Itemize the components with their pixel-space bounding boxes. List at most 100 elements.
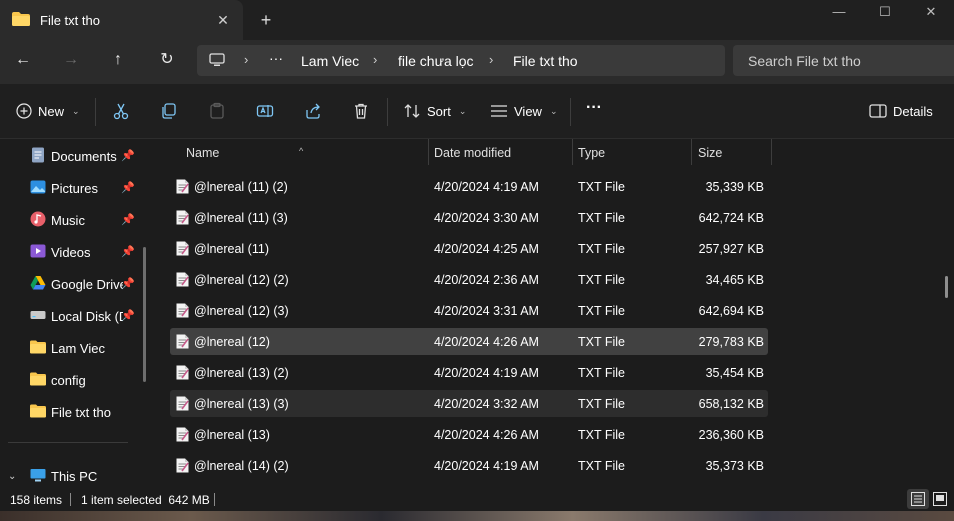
large-icons-view-button[interactable]	[929, 489, 951, 509]
column-header-size[interactable]: Size	[691, 139, 771, 165]
column-header-type[interactable]: Type	[572, 139, 691, 165]
column-name-label: Name	[186, 146, 220, 160]
sidebar-item-file-txt-tho[interactable]: File txt tho	[0, 397, 150, 425]
file-row[interactable]: @lnereal (11) 4/20/2024 4:25 AM TXT File 25…	[170, 235, 768, 262]
close-window-button[interactable]: ✕	[908, 0, 954, 28]
view-label: View	[514, 103, 542, 119]
sidebar-item-local-disk[interactable]: Local Disk (D 📌	[0, 301, 150, 329]
delete-button[interactable]	[349, 100, 373, 122]
address-bar[interactable]: › ··· Lam Viec › file chưa lọc › File tx…	[197, 45, 725, 76]
divider	[8, 442, 128, 443]
new-label: New	[38, 103, 65, 119]
file-type: TXT File	[578, 304, 625, 318]
breadcrumb-file-chua-loc[interactable]: file chưa lọc	[398, 53, 474, 69]
column-divider[interactable]	[771, 139, 772, 165]
file-row[interactable]: @lnereal (13) (2) 4/20/2024 4:19 AM TXT Fi…	[170, 359, 768, 386]
sort-label: Sort	[427, 103, 451, 119]
sidebar-scrollbar[interactable]	[143, 247, 146, 382]
file-type: TXT File	[578, 459, 625, 473]
breadcrumb-file-txt-tho[interactable]: File txt tho	[513, 53, 578, 69]
file-row[interactable]: @lnereal (13) 4/20/2024 4:26 AM TXT File 23…	[170, 421, 768, 448]
sidebar-item-lam-viec[interactable]: Lam Viec	[0, 333, 150, 361]
sort-button[interactable]: Sort ⌄	[403, 100, 466, 122]
file-size: 35,454 KB	[705, 366, 764, 380]
file-name: @lnereal (12) (3)	[194, 304, 289, 318]
file-list-scrollbar[interactable]	[945, 276, 948, 298]
folder-icon	[30, 340, 46, 354]
file-row[interactable]: @lnereal (14) (2) 4/20/2024 4:19 AM TXT Fi…	[170, 452, 768, 479]
file-size: 35,339 KB	[705, 180, 764, 194]
share-icon	[306, 103, 320, 119]
file-type: TXT File	[578, 242, 625, 256]
file-size: 279,783 KB	[698, 335, 764, 349]
paste-icon	[210, 102, 224, 119]
sidebar-item-label: Videos	[51, 245, 91, 260]
details-view-button[interactable]	[907, 489, 929, 509]
sidebar-item-config[interactable]: config	[0, 365, 150, 393]
chevron-down-icon: ⌄	[549, 105, 558, 116]
search-box[interactable]: Search File txt tho	[733, 45, 954, 76]
file-row[interactable]: @lnereal (11) (2) 4/20/2024 4:19 AM TXT Fi…	[170, 173, 768, 200]
file-date: 4/20/2024 4:19 AM	[434, 459, 539, 473]
file-name: @lnereal (12) (2)	[194, 273, 289, 287]
file-size: 34,465 KB	[705, 273, 764, 287]
search-input[interactable]: Search File txt tho	[748, 53, 861, 69]
copy-button[interactable]	[157, 100, 181, 122]
text-file-icon	[176, 210, 189, 225]
pin-icon: 📌	[121, 278, 135, 290]
details-button[interactable]: Details	[869, 100, 933, 122]
minimize-button[interactable]: —	[816, 0, 862, 28]
tab-title: File txt tho	[40, 13, 100, 28]
pictures-icon	[30, 180, 46, 194]
file-row[interactable]: @lnereal (12) 4/20/2024 4:26 AM TXT File 27…	[170, 328, 768, 355]
file-row[interactable]: @lnereal (13) (3) 4/20/2024 3:32 AM TXT Fi…	[170, 390, 768, 417]
tab-close-icon[interactable]: ✕	[213, 10, 233, 30]
sidebar-item-google-drive[interactable]: Google Drive 📌	[0, 269, 150, 297]
breadcrumb-overflow[interactable]: ···	[269, 50, 283, 66]
file-row[interactable]: @lnereal (12) (3) 4/20/2024 3:31 AM TXT Fi…	[170, 297, 768, 324]
file-type: TXT File	[578, 366, 625, 380]
divider	[570, 98, 571, 126]
status-bar: 158 items 1 item selected 642 MB	[0, 487, 954, 511]
chevron-down-icon: ⌄	[72, 105, 80, 116]
new-button[interactable]: New ⌄	[16, 100, 80, 122]
sidebar-item-this-pc[interactable]: This PC	[0, 461, 150, 489]
this-pc-icon	[30, 469, 46, 482]
up-button[interactable]: ↑	[104, 49, 132, 73]
file-row[interactable]: @lnereal (12) (2) 4/20/2024 2:36 AM TXT Fi…	[170, 266, 768, 293]
sidebar-item-videos[interactable]: Videos 📌	[0, 237, 150, 265]
file-date: 4/20/2024 4:26 AM	[434, 428, 539, 442]
file-row[interactable]: @lnereal (11) (3) 4/20/2024 3:30 AM TXT Fi…	[170, 204, 768, 231]
see-more-button[interactable]: ···	[586, 97, 602, 119]
text-file-icon	[176, 303, 189, 318]
cut-button[interactable]	[109, 100, 133, 122]
maximize-button[interactable]: ☐	[862, 0, 908, 28]
local-disk-icon	[30, 311, 46, 319]
view-button[interactable]: View ⌄	[490, 100, 558, 122]
navigation-bar: ← → ↑ ↻ › ··· Lam Viec › file chưa lọc ›…	[0, 40, 954, 84]
share-button[interactable]	[301, 100, 325, 122]
file-name: @lnereal (11)	[194, 242, 269, 256]
folder-icon	[12, 12, 30, 26]
tab-file-txt-tho[interactable]: File txt tho ✕	[0, 0, 243, 40]
navigation-pane: Documents 📌 Pictures 📌 Music 📌 Videos 📌	[0, 139, 155, 487]
paste-button[interactable]	[205, 100, 229, 122]
breadcrumb-lam-viec[interactable]: Lam Viec	[301, 53, 359, 69]
sidebar-item-music[interactable]: Music 📌	[0, 205, 150, 233]
desktop-wallpaper-strip	[0, 511, 954, 521]
rename-button[interactable]	[253, 100, 277, 122]
back-button[interactable]: ←	[9, 49, 37, 73]
details-label: Details	[893, 103, 933, 119]
sidebar-item-documents[interactable]: Documents 📌	[0, 141, 150, 169]
column-header-date[interactable]: Date modified	[428, 139, 572, 165]
file-size: 35,373 KB	[705, 459, 764, 473]
forward-button[interactable]: →	[57, 49, 85, 73]
column-type-label: Type	[578, 146, 606, 160]
sidebar-item-pictures[interactable]: Pictures 📌	[0, 173, 150, 201]
file-type: TXT File	[578, 273, 625, 287]
refresh-button[interactable]: ↻	[153, 49, 181, 73]
sidebar-item-label: Documents	[51, 149, 117, 164]
column-header-name[interactable]: ^ Name	[155, 139, 428, 165]
new-tab-button[interactable]: +	[256, 10, 276, 30]
text-file-icon	[176, 334, 189, 349]
